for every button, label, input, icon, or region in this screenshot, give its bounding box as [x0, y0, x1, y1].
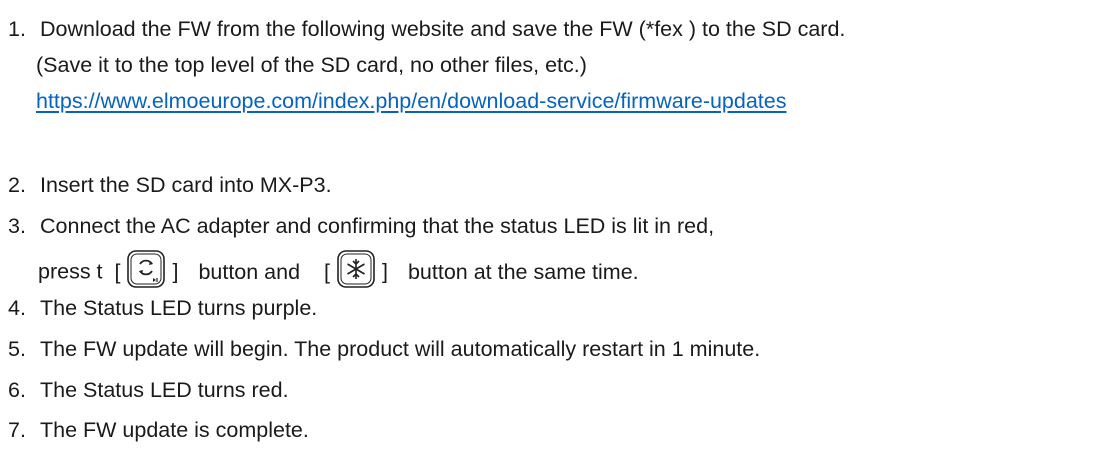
step-text: The Status LED turns purple. — [40, 296, 318, 320]
step-number: 5. — [8, 337, 26, 361]
bracket-open: [ — [324, 259, 331, 284]
step-number: 3. — [8, 214, 26, 238]
step-4: 4. The Status LED turns purple. — [8, 293, 317, 323]
firmware-download-link[interactable]: https://www.elmoeurope.com/index.php/en/… — [36, 86, 786, 116]
step-text: Download the FW from the following websi… — [40, 17, 846, 41]
step-number: 2. — [8, 173, 26, 197]
step-1-note: (Save it to the top level of the SD card… — [36, 53, 587, 77]
step-text: The FW update will begin. The product wi… — [40, 337, 761, 361]
step-text: The Status LED turns red. — [40, 378, 289, 402]
step-number: 7. — [8, 418, 26, 442]
step-3-press-line: press t [ ] button and [] button at the… — [38, 250, 639, 293]
step-text: Connect the AC adapter and confirming th… — [40, 214, 715, 238]
snowflake-icon — [336, 249, 376, 289]
bracket-close: ] — [382, 259, 388, 284]
press-prefix: press t — [38, 259, 103, 284]
rotate-play-icon — [126, 249, 166, 289]
step-number: 4. — [8, 296, 26, 320]
step-7: 7. The FW update is complete. — [8, 415, 309, 445]
step-number: 6. — [8, 378, 26, 402]
step-6: 6. The Status LED turns red. — [8, 375, 289, 405]
step-1: 1. Download the FW from the following web… — [8, 14, 845, 44]
step-3: 3. Connect the AC adapter and confirming … — [8, 211, 714, 241]
step-text: The FW update is complete. — [40, 418, 309, 442]
step-number: 1. — [8, 17, 26, 41]
bracket-close: ] — [172, 259, 179, 284]
step-2: 2. Insert the SD card into MX-P3. — [8, 170, 332, 200]
bracket-open: [ — [114, 259, 121, 284]
step-text: Insert the SD card into MX-P3. — [40, 173, 332, 197]
between-text: button and — [198, 259, 301, 284]
suffix-text: button at the same time. — [407, 259, 639, 284]
step-5: 5. The FW update will begin. The product … — [8, 334, 760, 364]
link-text[interactable]: https://www.elmoeurope.com/index.php/en/… — [36, 89, 786, 113]
